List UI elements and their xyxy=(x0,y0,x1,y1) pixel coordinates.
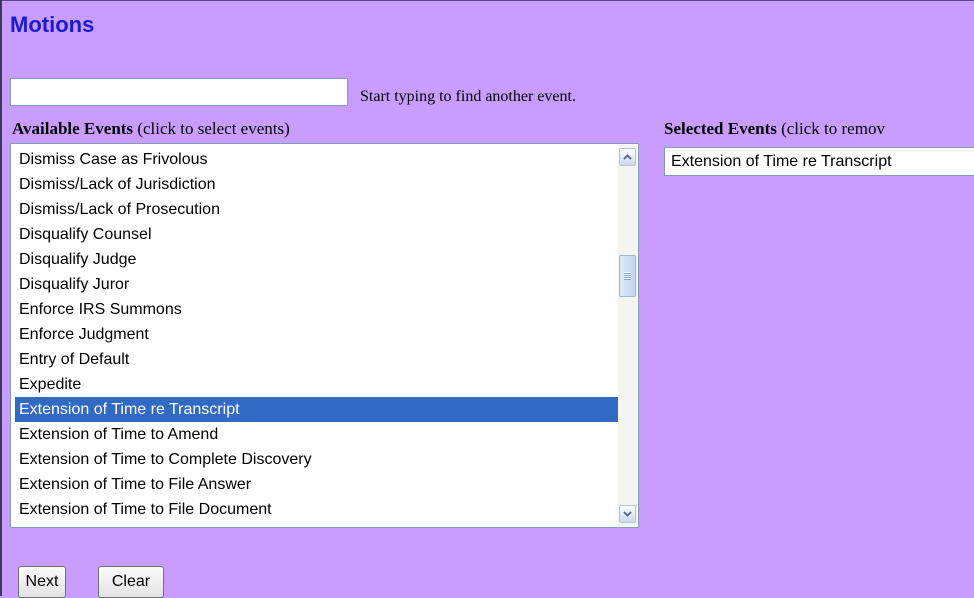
event-list-item[interactable]: Dismiss/Lack of Prosecution xyxy=(15,197,618,222)
event-list-item[interactable]: Disqualify Counsel xyxy=(15,222,618,247)
available-events-label-bold: Available Events xyxy=(12,119,134,138)
event-list-item[interactable]: Extension of Time re Transcript xyxy=(15,397,618,422)
grip-icon xyxy=(624,272,631,280)
next-button[interactable]: Next xyxy=(18,566,66,598)
selected-events-list[interactable]: Extension of Time re Transcript xyxy=(664,147,974,176)
scroll-up-button[interactable] xyxy=(619,148,636,166)
page-title: Motions xyxy=(10,12,95,37)
selected-event-item[interactable]: Extension of Time re Transcript xyxy=(671,151,892,173)
window-top-border xyxy=(0,0,974,1)
event-list-item[interactable]: Extension of Time to Amend xyxy=(15,422,618,447)
event-list-item[interactable]: Extension of Time to Complete Discovery xyxy=(15,447,618,472)
event-list-item[interactable]: Entry of Default xyxy=(15,347,618,372)
event-list-item[interactable]: Extension of Time to File Answer xyxy=(15,472,618,497)
clear-button[interactable]: Clear xyxy=(98,566,164,598)
selected-events-label-hint: (click to remov xyxy=(776,119,885,138)
event-list-item[interactable]: Disqualify Juror xyxy=(15,272,618,297)
selected-events-label-bold: Selected Events xyxy=(664,119,777,138)
available-events-scrollbar[interactable] xyxy=(618,145,637,526)
event-list-item[interactable]: Enforce IRS Summons xyxy=(15,297,618,322)
chevron-up-icon xyxy=(623,154,632,160)
event-list-item[interactable]: Disqualify Judge xyxy=(15,247,618,272)
window-left-border xyxy=(0,0,2,596)
search-hint: Start typing to find another event. xyxy=(360,88,576,105)
available-events-label-hint: (click to select events) xyxy=(133,119,290,138)
chevron-down-icon xyxy=(623,511,632,517)
event-list-item[interactable]: Dismiss Case as Frivolous xyxy=(15,147,618,172)
selected-events-label: Selected Events (click to remov xyxy=(664,119,885,139)
scroll-thumb[interactable] xyxy=(619,255,636,297)
available-events-items: Dismiss Case as Frivolous Dismiss/Lack of… xyxy=(15,147,618,522)
available-events-list[interactable]: Dismiss Case as Frivolous Dismiss/Lack of… xyxy=(10,143,639,528)
event-list-item[interactable]: Dismiss/Lack of Jurisdiction xyxy=(15,172,618,197)
available-events-label: Available Events (click to select events… xyxy=(12,119,290,139)
event-list-item[interactable]: Extension of Time to File Document xyxy=(15,497,618,522)
event-search-input[interactable] xyxy=(10,78,348,106)
event-list-item[interactable]: Expedite xyxy=(15,372,618,397)
scroll-down-button[interactable] xyxy=(619,505,636,523)
event-list-item[interactable]: Enforce Judgment xyxy=(15,322,618,347)
